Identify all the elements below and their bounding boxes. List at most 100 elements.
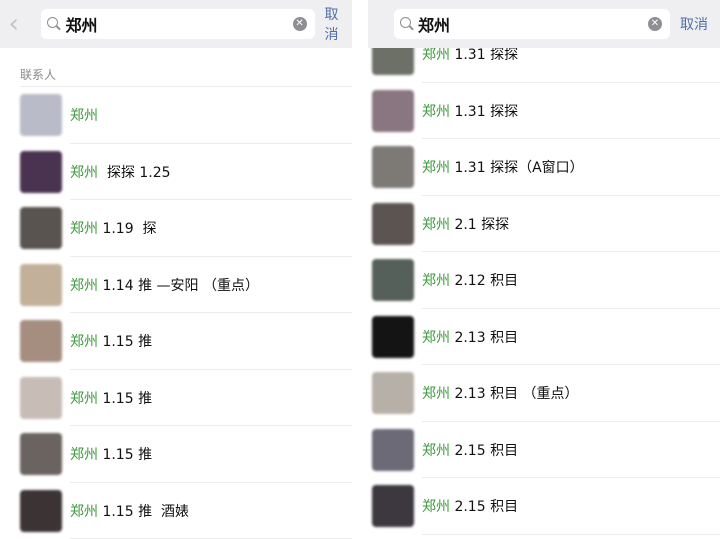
contact-name-highlight: 郑州 — [422, 47, 450, 64]
search-query-text: 郑州 — [65, 16, 98, 35]
contact-name-highlight: 郑州 — [70, 334, 98, 351]
contact-name-rest: 1.31 探探 — [450, 103, 519, 120]
search-results-screen-right: 郑州 1.31 探探 郑州 1.31 探探 郑州 1.31 探探（A窗口） 郑州 2.… — [368, 0, 720, 539]
search-bar: 郑州 ✕ 取消 — [368, 0, 720, 48]
contact-name-rest: 2.12 积目 — [450, 273, 519, 290]
avatar — [20, 320, 62, 363]
contact-name: 郑州 2.15 积目 — [422, 440, 518, 460]
contact-name-rest: 探探 1.25 — [98, 164, 171, 181]
contact-row[interactable]: 郑州 1.14 推 —安阳 （重点） — [0, 257, 352, 314]
contact-row[interactable]: 郑州 1.15 推 — [0, 426, 352, 483]
contact-name-highlight: 郑州 — [422, 386, 450, 403]
contact-name: 郑州 1.19 探 — [70, 218, 157, 238]
search-icon — [47, 17, 62, 31]
contact-name-rest: 2.15 积目 — [450, 442, 519, 459]
contact-row[interactable]: 郑州 1.31 探探（A窗口） — [368, 139, 720, 196]
contact-name-highlight: 郑州 — [70, 390, 98, 407]
contact-row[interactable]: 郑州 2.15 积目 — [368, 478, 720, 535]
contact-name: 郑州 1.15 推 酒婊 — [70, 501, 189, 521]
search-icon — [400, 17, 414, 31]
contact-row[interactable]: 郑州 1.19 探 — [0, 200, 352, 257]
contact-name-rest: 1.15 推 — [98, 390, 153, 407]
contact-name-highlight: 郑州 — [422, 329, 450, 346]
contact-name-highlight: 郑州 — [422, 103, 450, 120]
contact-name-rest: 1.15 推 — [98, 447, 153, 464]
contact-name: 郑州 2.13 积目 （重点） — [422, 383, 579, 403]
contact-name-rest: 1.31 探探（A窗口） — [450, 160, 584, 177]
section-label-contacts: 联系人 — [20, 68, 57, 82]
contact-name-rest: 1.14 推 —安阳 （重点） — [98, 277, 259, 294]
contact-name-rest: 1.31 探探 — [450, 47, 519, 64]
avatar — [20, 207, 62, 250]
contact-row[interactable]: 郑州 2.13 积目 （重点） — [368, 365, 720, 422]
avatar — [20, 94, 62, 137]
contact-name-rest: 2.13 积目 （重点） — [450, 386, 579, 403]
contact-row[interactable]: 郑州 1.15 推 — [0, 313, 352, 370]
contact-name: 郑州 1.15 推 — [70, 331, 152, 351]
contact-name-highlight: 郑州 — [422, 273, 450, 290]
contact-name-rest: 1.19 探 — [98, 221, 157, 238]
contact-name-highlight: 郑州 — [70, 221, 98, 238]
search-input[interactable]: 郑州 ✕ — [41, 9, 315, 39]
contact-row[interactable]: 郑州 1.31 探探 — [368, 83, 720, 140]
contact-name: 郑州 2.13 积目 — [422, 327, 518, 347]
avatar — [372, 485, 414, 528]
contact-name: 郑州 — [70, 105, 98, 125]
contact-name-highlight: 郑州 — [422, 216, 450, 233]
search-query-text: 郑州 — [418, 16, 451, 35]
cancel-button[interactable]: 取消 — [325, 4, 352, 44]
contact-name-highlight: 郑州 — [422, 499, 450, 516]
contact-name: 郑州 1.31 探探 — [422, 101, 518, 121]
avatar — [372, 428, 414, 471]
contact-name: 郑州 1.15 推 — [70, 388, 152, 408]
contact-row[interactable]: 郑州 2.15 积目 — [368, 422, 720, 479]
contact-name-highlight: 郑州 — [70, 164, 98, 181]
clear-icon[interactable]: ✕ — [648, 17, 662, 31]
contact-row[interactable]: 郑州 2.1 探探 — [368, 196, 720, 253]
contact-name-rest: 2.13 积目 — [450, 329, 519, 346]
contact-name: 郑州 2.15 积目 — [422, 496, 518, 516]
search-results-screen-left: ‹ 郑州 ✕ 取消 联系人 郑州 郑州 探探 1.25 郑州 1.19 探郑州 1.… — [0, 0, 352, 539]
contact-name-highlight: 郑州 — [422, 442, 450, 459]
contact-name: 郑州 1.31 探探（A窗口） — [422, 157, 584, 177]
contact-row[interactable]: 郑州 2.12 积目 — [368, 252, 720, 309]
contact-name-highlight: 郑州 — [422, 160, 450, 177]
contact-row[interactable]: 郑州 2.13 积目 — [368, 309, 720, 366]
contact-row[interactable]: 郑州 探探 1.25 — [0, 144, 352, 201]
contact-row[interactable]: 郑州 1.15 推 酒婊 — [0, 483, 352, 539]
clear-icon[interactable]: ✕ — [292, 17, 307, 31]
contact-name-rest: 1.15 推 — [98, 334, 153, 351]
avatar — [20, 263, 62, 306]
contact-name-highlight: 郑州 — [70, 277, 98, 294]
contact-row[interactable]: 郑州 — [0, 87, 352, 144]
search-input[interactable]: 郑州 ✕ — [394, 9, 670, 39]
contact-row[interactable]: 郑州 1.15 推 — [0, 370, 352, 427]
contact-name: 郑州 2.1 探探 — [422, 214, 509, 234]
contact-name: 郑州 探探 1.25 — [70, 162, 171, 182]
contact-name: 郑州 1.14 推 —安阳 （重点） — [70, 275, 259, 295]
contact-name-rest: 2.15 积目 — [450, 499, 519, 516]
avatar — [372, 89, 414, 132]
avatar — [372, 202, 414, 245]
contact-list: 郑州 1.31 探探 郑州 1.31 探探 郑州 1.31 探探（A窗口） 郑州 2.… — [368, 26, 720, 535]
contact-name-rest: 1.15 推 酒婊 — [98, 503, 189, 520]
contact-name-highlight: 郑州 — [70, 447, 98, 464]
avatar — [20, 433, 62, 476]
avatar — [20, 376, 62, 419]
contact-list: 郑州 郑州 探探 1.25 郑州 1.19 探郑州 1.14 推 —安阳 （重点）郑… — [0, 87, 352, 539]
contact-name: 郑州 2.12 积目 — [422, 270, 518, 290]
chevron-left-icon[interactable]: ‹ — [0, 0, 27, 48]
avatar — [372, 315, 414, 358]
avatar — [372, 146, 414, 189]
contact-name: 郑州 1.15 推 — [70, 444, 152, 464]
search-bar: ‹ 郑州 ✕ 取消 — [0, 0, 352, 48]
avatar — [372, 372, 414, 415]
avatar — [20, 489, 62, 532]
contact-name-highlight: 郑州 — [70, 503, 98, 520]
avatar — [372, 259, 414, 302]
avatar — [20, 150, 62, 193]
contact-name-highlight: 郑州 — [70, 108, 98, 125]
contact-name-rest: 2.1 探探 — [450, 216, 510, 233]
cancel-button[interactable]: 取消 — [680, 14, 708, 34]
divider — [352, 0, 368, 539]
